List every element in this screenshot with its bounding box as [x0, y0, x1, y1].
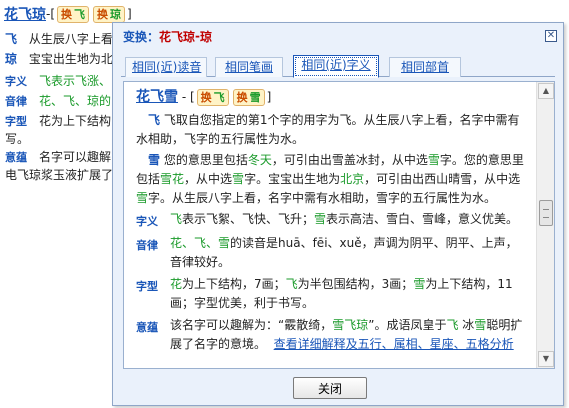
swap-label: 换 — [97, 8, 109, 21]
char-xue-explanation: 雪 您的意思里包括冬天，可引由出雪盖冰封，从中选雪字。您的意思里包括雪花，从中选… — [136, 153, 524, 205]
scroll-down-icon[interactable]: ▼ — [538, 351, 554, 367]
scroll-up-icon[interactable]: ▲ — [538, 83, 554, 99]
swap-char: 琼 — [110, 8, 122, 21]
tab-same-radical[interactable]: 相同部首 — [389, 57, 461, 77]
swap-char: 飞 — [213, 91, 225, 104]
swap-xue-button[interactable]: 换雪 — [232, 89, 265, 106]
row-zixing: 字型 花为上下结构，7画；飞为半包围结构，3画；雪为上下结构，11画；字型优美，… — [136, 275, 528, 313]
swap-label: 换 — [61, 8, 73, 21]
bg-line-fei: 飞 从生辰八字上看 — [5, 32, 113, 46]
content-body: 花飞雪 - [ 换飞 换雪 ] 飞 飞取自您指定的第1个字的用字为飞。从生辰八字… — [124, 82, 536, 357]
bg-line-zixing: 字型 花为上下结构 — [5, 114, 112, 128]
row-ziyi: 字义 飞表示飞絮、飞快、飞升；雪表示高洁、雪白、雪峰，意义优美。 — [136, 210, 528, 231]
tab-same-strokes[interactable]: 相同笔画 — [215, 57, 283, 77]
name-header: 花飞雪 - [ 换飞 换雪 ] — [136, 88, 272, 107]
char-fei-explanation: 飞 飞取自您指定的第1个字的用字为飞。从生辰八字上看，名字中需有水相助，飞字的五… — [136, 113, 520, 146]
swap-qiong-button[interactable]: 换琼 — [93, 5, 126, 23]
swap-fei-button[interactable]: 换飞 — [196, 89, 229, 106]
tab-same-meaning[interactable]: 相同(近)字义 — [293, 55, 379, 78]
vertical-scrollbar[interactable]: ▲ ▼ — [536, 82, 554, 368]
tab-same-pronunciation[interactable]: 相同(近)读音 — [125, 57, 207, 77]
label-yinlv: 音律 — [136, 239, 158, 252]
label-ziyi: 字义 — [136, 215, 158, 228]
row-yinlv: 音律 花、飞、雪的读音是huā、fēi、xuě，声调为阴平、阴平、上声，音律较好… — [136, 234, 528, 272]
swap-char: 飞 — [74, 8, 86, 21]
content-panel[interactable]: 花飞雪 - [ 换飞 换雪 ] 飞 飞取自您指定的第1个字的用字为飞。从生辰八字… — [123, 81, 555, 369]
swap-char: 雪 — [249, 91, 261, 104]
bg-line-ziyi: 字义 飞表示飞涨、 — [5, 74, 112, 88]
swap-label: 换 — [200, 91, 212, 104]
swap-dialog: 变换： 花飞琼 - 琼 ✕ 相同(近)读音 相同笔画 相同(近)字义 相同部首 … — [112, 22, 564, 406]
detail-link[interactable]: 查看详细解释及五行、属相、星座、五格分析 — [274, 337, 514, 351]
scroll-thumb[interactable] — [539, 200, 553, 226]
swap-label: 换 — [236, 91, 248, 104]
bg-line-qiong: 琼 宝宝出生地为北 — [5, 52, 113, 66]
close-button[interactable]: 关闭 — [293, 377, 367, 399]
bg-line-yiyun: 意蕴 名字可以趣解 — [5, 150, 112, 164]
bg-line-yiyun-cont: 电飞琼浆玉液扩展了 — [5, 168, 114, 182]
bg-line-yinlv: 音律 花、飞、琼的 — [5, 94, 112, 108]
name-link[interactable]: 花飞雪 — [136, 88, 178, 107]
swap-fei-button[interactable]: 换飞 — [57, 5, 90, 23]
close-icon[interactable]: ✕ — [545, 30, 557, 42]
label-yiyun: 意蕴 — [136, 321, 158, 334]
dialog-title: 变换： 花飞琼 - 琼 — [123, 29, 213, 44]
background-title: 花飞琼 - [ 换飞 换琼 ] — [4, 4, 132, 24]
bg-line-zixing-cont: 写。 — [5, 132, 30, 146]
label-zixing: 字型 — [136, 280, 158, 293]
background-name-link[interactable]: 花飞琼 — [4, 4, 46, 24]
row-yiyun: 意蕴 该名字可以趣解为：“霰散绮，雪飞琼”。成语凤皇于飞 冰雪聪明扩展了名字的意… — [136, 316, 528, 354]
tab-bar: 相同(近)读音 相同笔画 相同(近)字义 相同部首 — [121, 55, 555, 78]
